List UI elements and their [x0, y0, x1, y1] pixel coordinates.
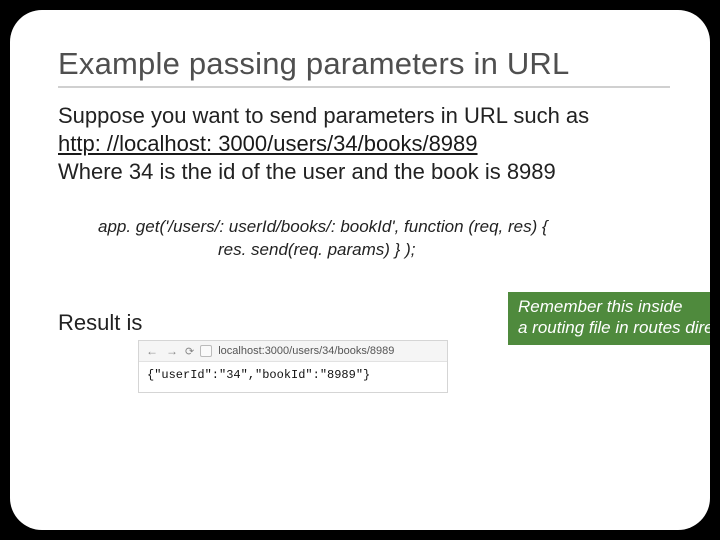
browser-output: {"userId":"34","bookId":"8989"}	[139, 362, 447, 392]
page-icon	[200, 345, 212, 357]
callout-line2: a routing file in routes direct	[518, 317, 710, 338]
back-icon[interactable]: ←	[145, 344, 159, 358]
browser-mock: ← → ⟳ localhost:3000/users/34/books/8989…	[138, 340, 448, 393]
slide-card: Example passing parameters in URL Suppos…	[10, 10, 710, 530]
code-line-1: app. get('/users/: userId/books/: bookId…	[98, 216, 670, 239]
body-line2: Where 34 is the id of the user and the b…	[58, 158, 670, 186]
body-text: Suppose you want to send parameters in U…	[58, 102, 670, 186]
body-line1: Suppose you want to send parameters in U…	[58, 102, 670, 130]
forward-icon[interactable]: →	[165, 344, 179, 358]
address-bar[interactable]: localhost:3000/users/34/books/8989	[218, 345, 394, 357]
code-block: app. get('/users/: userId/books/: bookId…	[98, 216, 670, 262]
browser-toolbar: ← → ⟳ localhost:3000/users/34/books/8989	[139, 341, 447, 362]
title-underline	[58, 86, 670, 88]
callout-box: Remember this inside a routing file in r…	[508, 292, 710, 345]
callout-line1: Remember this inside	[518, 296, 710, 317]
reload-icon[interactable]: ⟳	[185, 345, 194, 358]
slide-title: Example passing parameters in URL	[58, 46, 670, 82]
code-line-2: res. send(req. params) } );	[218, 239, 670, 262]
example-url: http: //localhost: 3000/users/34/books/8…	[58, 130, 670, 158]
